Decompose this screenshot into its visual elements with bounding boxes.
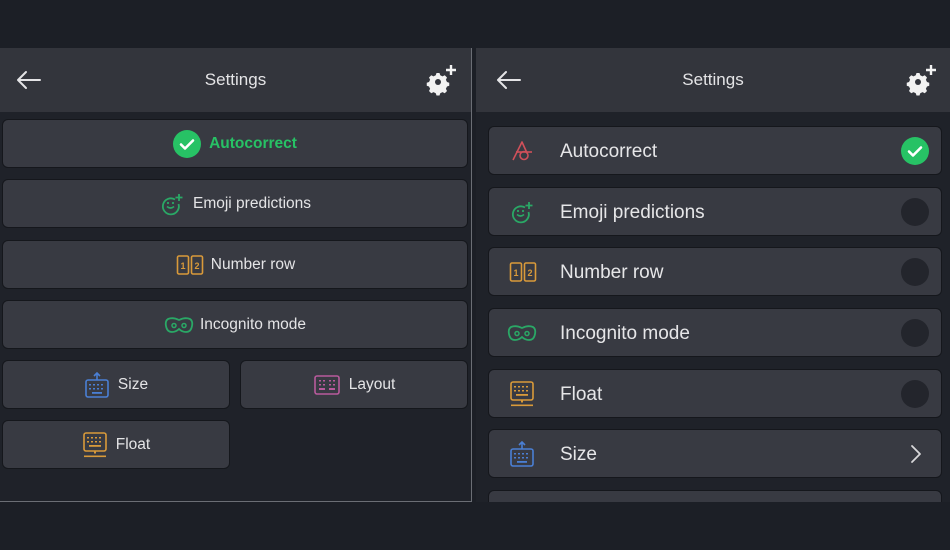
chevron-right-icon [909, 444, 923, 464]
emoji-plus-icon [509, 199, 535, 225]
float-row[interactable]: Float [488, 369, 942, 418]
autocorrect-icon [509, 138, 535, 164]
emoji-predictions-row[interactable]: Emoji predictions [488, 187, 942, 236]
number-row-icon [509, 261, 537, 283]
keyboard-resize-icon [509, 440, 535, 468]
layout-button[interactable]: Layout [240, 360, 468, 409]
number-row-button[interactable]: Number row [2, 240, 468, 289]
settings-panel-grid: Settings Autocorrect Emoji predictions N… [0, 48, 472, 502]
size-row[interactable]: Size [488, 429, 942, 478]
page-title: Settings [204, 70, 267, 89]
header: Settings [476, 48, 950, 112]
incognito-mask-icon [164, 315, 194, 335]
float-toggle[interactable] [901, 380, 929, 408]
incognito-mode-toggle[interactable] [901, 319, 929, 347]
size-button[interactable]: Size [2, 360, 230, 409]
keyboard-float-icon [82, 431, 108, 459]
button-label: Size [117, 375, 149, 393]
button-label: Number row [210, 255, 296, 273]
row-label: Emoji predictions [560, 202, 705, 223]
page-title: Settings [682, 70, 744, 89]
incognito-mode-button[interactable]: Incognito mode [2, 300, 468, 349]
row-label: Autocorrect [560, 141, 658, 162]
keyboard-resize-icon [84, 371, 110, 399]
button-label: Float [115, 435, 151, 453]
keyboard-float-icon [509, 380, 535, 408]
gear-plus-icon[interactable] [904, 62, 938, 96]
button-label: Autocorrect [209, 134, 297, 152]
check-circle-icon [173, 129, 202, 158]
list-item-partial[interactable] [488, 490, 942, 502]
emoji-predictions-toggle[interactable] [901, 198, 929, 226]
autocorrect-row[interactable]: Autocorrect [488, 126, 942, 175]
button-label: Incognito mode [200, 315, 306, 333]
settings-panel-list: Settings Autocorrect Emoji predictions N… [476, 48, 950, 502]
row-label: Number row [560, 262, 664, 283]
autocorrect-button[interactable]: Autocorrect [2, 119, 468, 168]
row-label: Float [560, 384, 603, 405]
button-label: Emoji predictions [192, 194, 312, 212]
check-icon [901, 137, 929, 165]
emoji-plus-icon [159, 191, 185, 217]
keyboard-layout-icon [313, 374, 341, 396]
header: Settings [0, 48, 471, 112]
row-label: Incognito mode [560, 323, 690, 344]
gear-plus-icon[interactable] [424, 62, 458, 96]
float-button[interactable]: Float [2, 420, 230, 469]
button-label: Layout [348, 375, 396, 393]
autocorrect-toggle[interactable] [901, 137, 929, 165]
incognito-mode-row[interactable]: Incognito mode [488, 308, 942, 357]
incognito-mask-icon [507, 323, 537, 343]
number-row-icon [175, 254, 205, 276]
number-row-row[interactable]: Number row [488, 247, 942, 296]
row-label: Size [560, 444, 597, 465]
number-row-toggle[interactable] [901, 258, 929, 286]
emoji-predictions-button[interactable]: Emoji predictions [2, 179, 468, 228]
